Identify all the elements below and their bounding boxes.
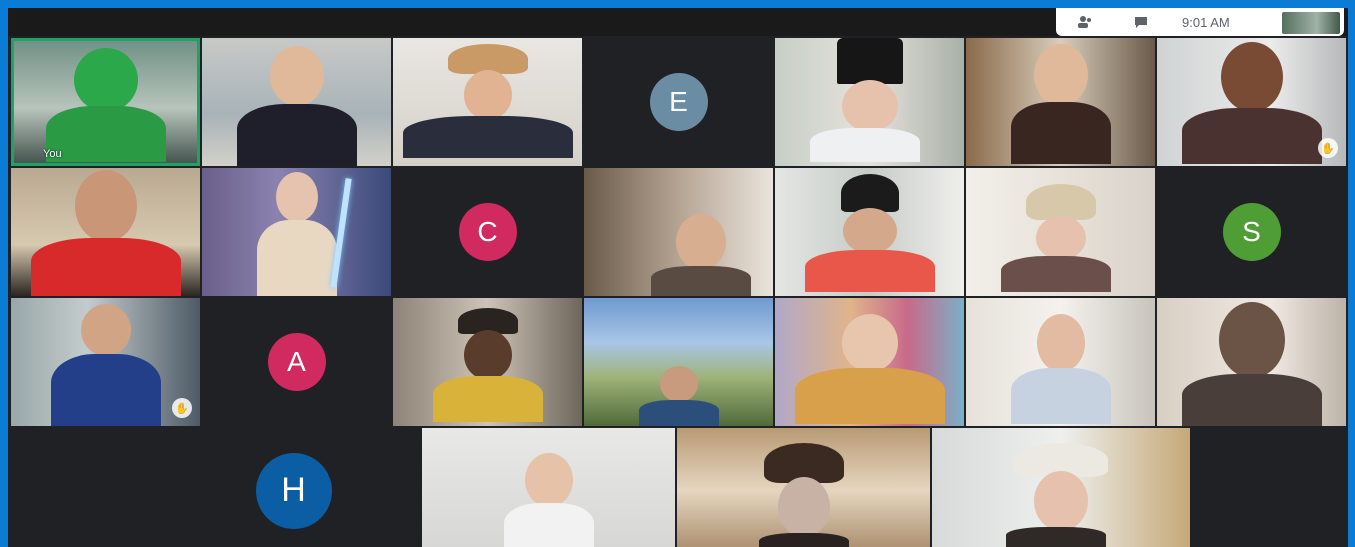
participant-figure: [809, 38, 930, 166]
participant-tile[interactable]: [422, 428, 675, 547]
participant-figure: [503, 453, 594, 547]
participant-avatar: C: [458, 203, 517, 261]
participant-figure: [236, 46, 357, 166]
participant-tile[interactable]: [393, 38, 582, 166]
participant-tile[interactable]: [966, 298, 1155, 426]
meeting-info-bar: 9:01 AM: [1056, 8, 1344, 36]
chat-icon[interactable]: [1130, 15, 1152, 29]
participant-figure: [1006, 443, 1116, 547]
participant-figure: [638, 366, 719, 426]
participant-avatar: E: [649, 73, 708, 131]
avatar-initial: E: [669, 86, 688, 117]
participant-tile[interactable]: H: [167, 428, 420, 547]
participant-tile[interactable]: S: [1157, 168, 1346, 296]
participant-figure: [432, 308, 543, 426]
participant-tile[interactable]: [393, 298, 582, 426]
participant-tile[interactable]: [932, 428, 1190, 547]
participant-figure: [45, 48, 166, 166]
participant-figure: [1181, 42, 1322, 166]
participant-tile[interactable]: [966, 168, 1155, 296]
participant-tile[interactable]: [202, 38, 391, 166]
self-label: You: [43, 148, 62, 160]
participant-figure: [794, 314, 945, 426]
participant-figure: [651, 214, 752, 296]
participant-tile[interactable]: [775, 168, 964, 296]
participant-tile[interactable]: C: [393, 168, 582, 296]
participant-figure: [758, 443, 849, 547]
participant-figure: [804, 174, 935, 296]
participant-tile[interactable]: [584, 168, 773, 296]
participant-tile[interactable]: ✋: [11, 298, 200, 426]
clock-time: 9:01 AM: [1182, 14, 1230, 30]
participant-tile[interactable]: [202, 168, 391, 296]
participant-avatar: S: [1222, 203, 1281, 261]
participant-figure: [1000, 184, 1121, 296]
avatar-initial: S: [1242, 216, 1261, 247]
participant-figure: [50, 304, 161, 426]
participant-figure: [1181, 302, 1322, 426]
participant-tile-self[interactable]: You: [11, 38, 200, 166]
avatar-initial: A: [287, 346, 306, 377]
participant-avatar: A: [267, 333, 326, 391]
participant-tile[interactable]: ✋: [1157, 38, 1346, 166]
participant-tile[interactable]: E: [584, 38, 773, 166]
meeting-grid-window: 9:01 AM You E ✋ C S ✋ A H: [8, 8, 1348, 547]
participant-tile[interactable]: [677, 428, 930, 547]
participant-figure: [30, 170, 181, 296]
participant-tile[interactable]: [966, 38, 1155, 166]
participant-tile[interactable]: A: [202, 298, 391, 426]
hand-raised-icon: ✋: [172, 398, 192, 418]
participant-avatar: H: [255, 452, 332, 529]
participant-figure: [256, 172, 337, 296]
participant-tile[interactable]: [584, 298, 773, 426]
participant-figure: [402, 44, 573, 166]
participant-figure: [1010, 314, 1111, 426]
self-view-thumbnail[interactable]: [1282, 12, 1340, 34]
people-icon[interactable]: [1074, 15, 1096, 29]
participant-tile[interactable]: [1157, 298, 1346, 426]
avatar-initial: H: [281, 471, 306, 509]
avatar-initial: C: [477, 216, 498, 247]
hand-raised-icon: ✋: [1318, 138, 1338, 158]
participant-figure: [1010, 44, 1111, 166]
participant-tile[interactable]: [775, 298, 964, 426]
participant-tile[interactable]: [11, 168, 200, 296]
participant-tile[interactable]: [775, 38, 964, 166]
